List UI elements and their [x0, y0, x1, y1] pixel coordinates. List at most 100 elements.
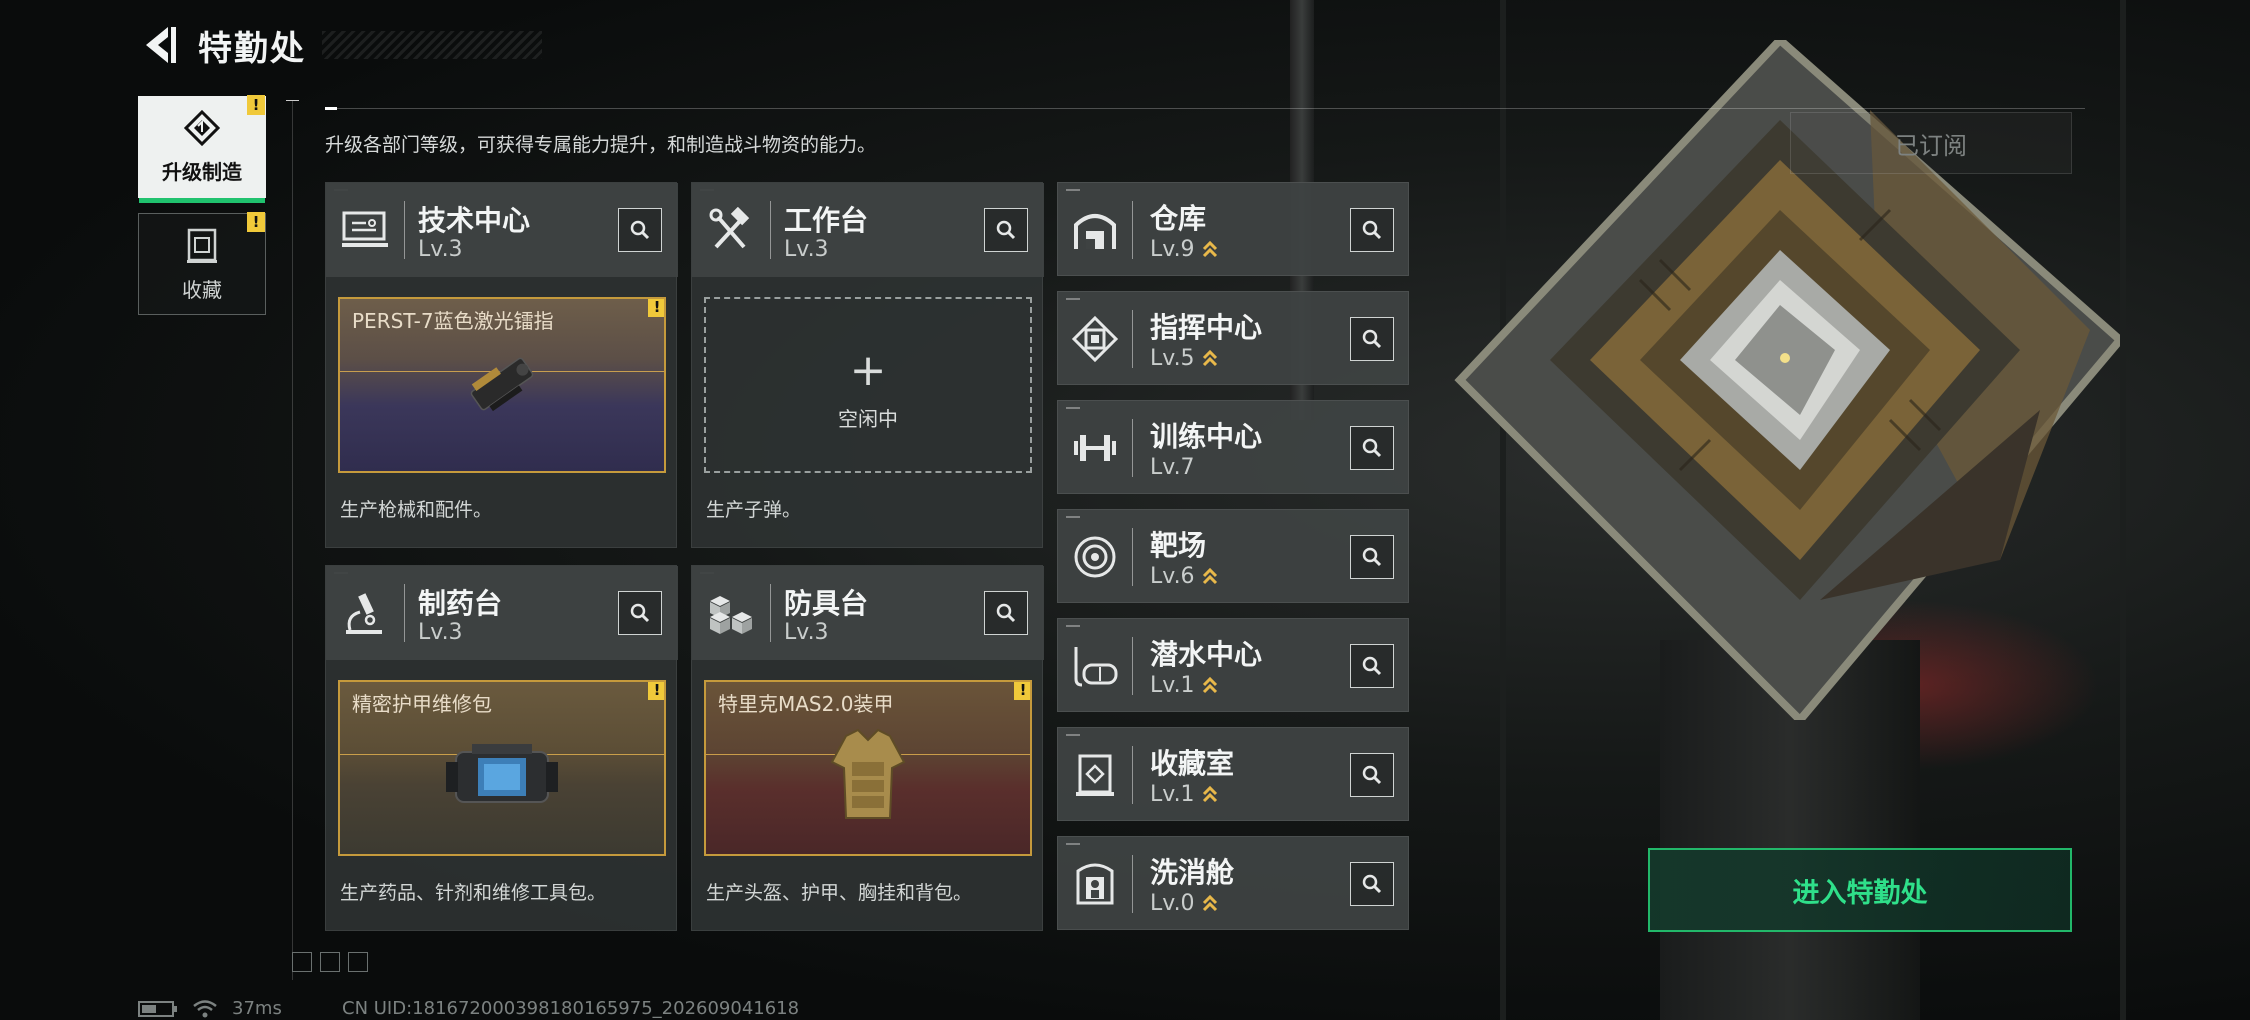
department-card-tech-center[interactable]: 技术中心 Lv.3 PERST-7蓝色激光镭指 ! 生产枪械和配件。 [325, 182, 678, 548]
search-button[interactable] [1350, 208, 1394, 252]
magnifier-icon [1362, 765, 1382, 785]
deco-box [292, 952, 312, 972]
header-separator [1132, 637, 1133, 695]
search-button[interactable] [984, 591, 1028, 635]
upgrade-chevron-icon [1202, 785, 1217, 802]
slot-idle-label: 空闲中 [838, 407, 898, 431]
alert-badge: ! [247, 212, 265, 232]
search-button[interactable] [1350, 644, 1394, 688]
cubes-icon [710, 596, 752, 634]
dumbbell-icon [1074, 435, 1116, 461]
department-level: Lv.5 [1150, 346, 1195, 371]
department-name: 防具台 [784, 587, 869, 620]
enter-special-ops-button[interactable]: 进入特勤处 [1648, 848, 2072, 932]
production-slot[interactable]: 精密护甲维修包 ! [338, 680, 666, 856]
card-header: 制药台 Lv.3 [326, 566, 678, 660]
search-button[interactable] [1350, 535, 1394, 579]
laser-sight-item-icon [470, 357, 534, 412]
header-separator [1132, 746, 1133, 804]
search-button[interactable] [1350, 426, 1394, 470]
corner-tick [1066, 625, 1080, 627]
deco-box [348, 952, 368, 972]
department-level-row: Lv.1 [1150, 673, 1219, 698]
card-header: 防具台 Lv.3 [692, 566, 1044, 660]
battery-icon [138, 1000, 177, 1017]
department-name: 仓库 [1150, 202, 1207, 235]
department-level-row: Lv.6 [1150, 564, 1219, 589]
magnifier-icon [630, 220, 650, 240]
page-title: 特勤处 [198, 28, 306, 69]
department-card-training-center[interactable]: 训练中心 Lv.7 [1057, 400, 1409, 494]
production-slot[interactable]: PERST-7蓝色激光镭指 ! [338, 297, 666, 473]
search-button[interactable] [618, 208, 662, 252]
magnifier-icon [1362, 220, 1382, 240]
alert-badge: ! [247, 95, 265, 115]
subscribed-button[interactable]: 已订阅 [1790, 112, 2072, 174]
department-card-pharmacy[interactable]: 制药台 Lv.3 精密护甲维修包 ! 生产药品、针剂和维修工具包。 [325, 565, 678, 931]
header-separator [404, 584, 405, 642]
collection-icon [1076, 754, 1114, 796]
department-name: 工作台 [784, 204, 869, 237]
department-card-command-center[interactable]: 指挥中心 Lv.5 [1057, 291, 1409, 385]
header-divider [325, 107, 2085, 110]
production-slot[interactable]: 特里克MAS2.0装甲 ! [704, 680, 1032, 856]
upgrade-chevron-icon [1202, 240, 1217, 257]
search-button[interactable] [1350, 753, 1394, 797]
department-name: 制药台 [418, 587, 503, 620]
computer-icon [342, 211, 388, 247]
sidebar-divider [286, 100, 299, 980]
department-card-shooting-range[interactable]: 靶场 Lv.6 [1057, 509, 1409, 603]
diving-mask-icon [1074, 647, 1118, 687]
magnifier-icon [1362, 438, 1382, 458]
magnifier-icon [1362, 329, 1382, 349]
deco-box [320, 952, 340, 972]
magnifier-icon [1362, 874, 1382, 894]
ping-value: 37ms [232, 998, 282, 1019]
magnifier-icon [1362, 656, 1382, 676]
header-separator [1132, 201, 1133, 259]
department-level: Lv.6 [1150, 564, 1195, 589]
decontamination-icon [1076, 863, 1114, 905]
department-card-workbench[interactable]: 工作台 Lv.3 + 空闲中 生产子弹。 [691, 182, 1044, 548]
status-bar: 37ms [138, 998, 282, 1019]
magnifier-icon [996, 220, 1016, 240]
magnifier-icon [1362, 547, 1382, 567]
search-button[interactable] [984, 208, 1028, 252]
search-button[interactable] [1350, 862, 1394, 906]
department-card-decontamination-chamber[interactable]: 洗消舱 Lv.0 [1057, 836, 1409, 930]
department-name: 训练中心 [1150, 420, 1263, 453]
department-card-diving-center[interactable]: 潜水中心 Lv.1 [1057, 618, 1409, 712]
department-level-row: Lv.9 [1150, 237, 1219, 262]
slot-item-name: PERST-7蓝色激光镭指 [352, 309, 554, 333]
department-name: 靶场 [1150, 529, 1207, 562]
header-separator [1132, 419, 1133, 477]
header-separator [1132, 528, 1133, 586]
back-arrow-icon[interactable] [138, 23, 182, 67]
corner-tick [1066, 843, 1080, 845]
slot-item-name: 特里克MAS2.0装甲 [718, 692, 894, 716]
decorative-boxes [292, 952, 368, 972]
department-card-armor-bench[interactable]: 防具台 Lv.3 特里克MAS2.0装甲 ! 生产头盔、护甲、胸挂和背包。 [691, 565, 1044, 931]
department-card-warehouse[interactable]: 仓库 Lv.9 [1057, 182, 1409, 276]
alert-badge: ! [648, 682, 664, 700]
search-button[interactable] [1350, 317, 1394, 361]
production-slot-empty[interactable]: + 空闲中 [704, 297, 1032, 473]
corner-tick [1066, 407, 1080, 409]
target-icon [1074, 536, 1116, 578]
magnifier-icon [996, 603, 1016, 623]
upgrade-chevron-icon [1202, 676, 1217, 693]
department-card-collection-room[interactable]: 收藏室 Lv.1 [1057, 727, 1409, 821]
header-separator [770, 584, 771, 642]
department-description: 生产枪械和配件。 [340, 499, 493, 521]
search-button[interactable] [618, 591, 662, 635]
microscope-icon [346, 593, 382, 634]
department-name: 潜水中心 [1150, 638, 1263, 671]
sidebar-tab-upgrade-craft[interactable]: 升级制造 ! [138, 95, 266, 203]
chip-icon [1071, 315, 1119, 363]
sidebar-tab-collection[interactable]: 收藏 ! [138, 212, 266, 315]
header-separator [1132, 855, 1133, 913]
department-level: Lv.3 [784, 237, 829, 262]
header-separator [1132, 310, 1133, 368]
card-header: 技术中心 Lv.3 [326, 183, 678, 277]
corner-tick [1066, 189, 1080, 191]
